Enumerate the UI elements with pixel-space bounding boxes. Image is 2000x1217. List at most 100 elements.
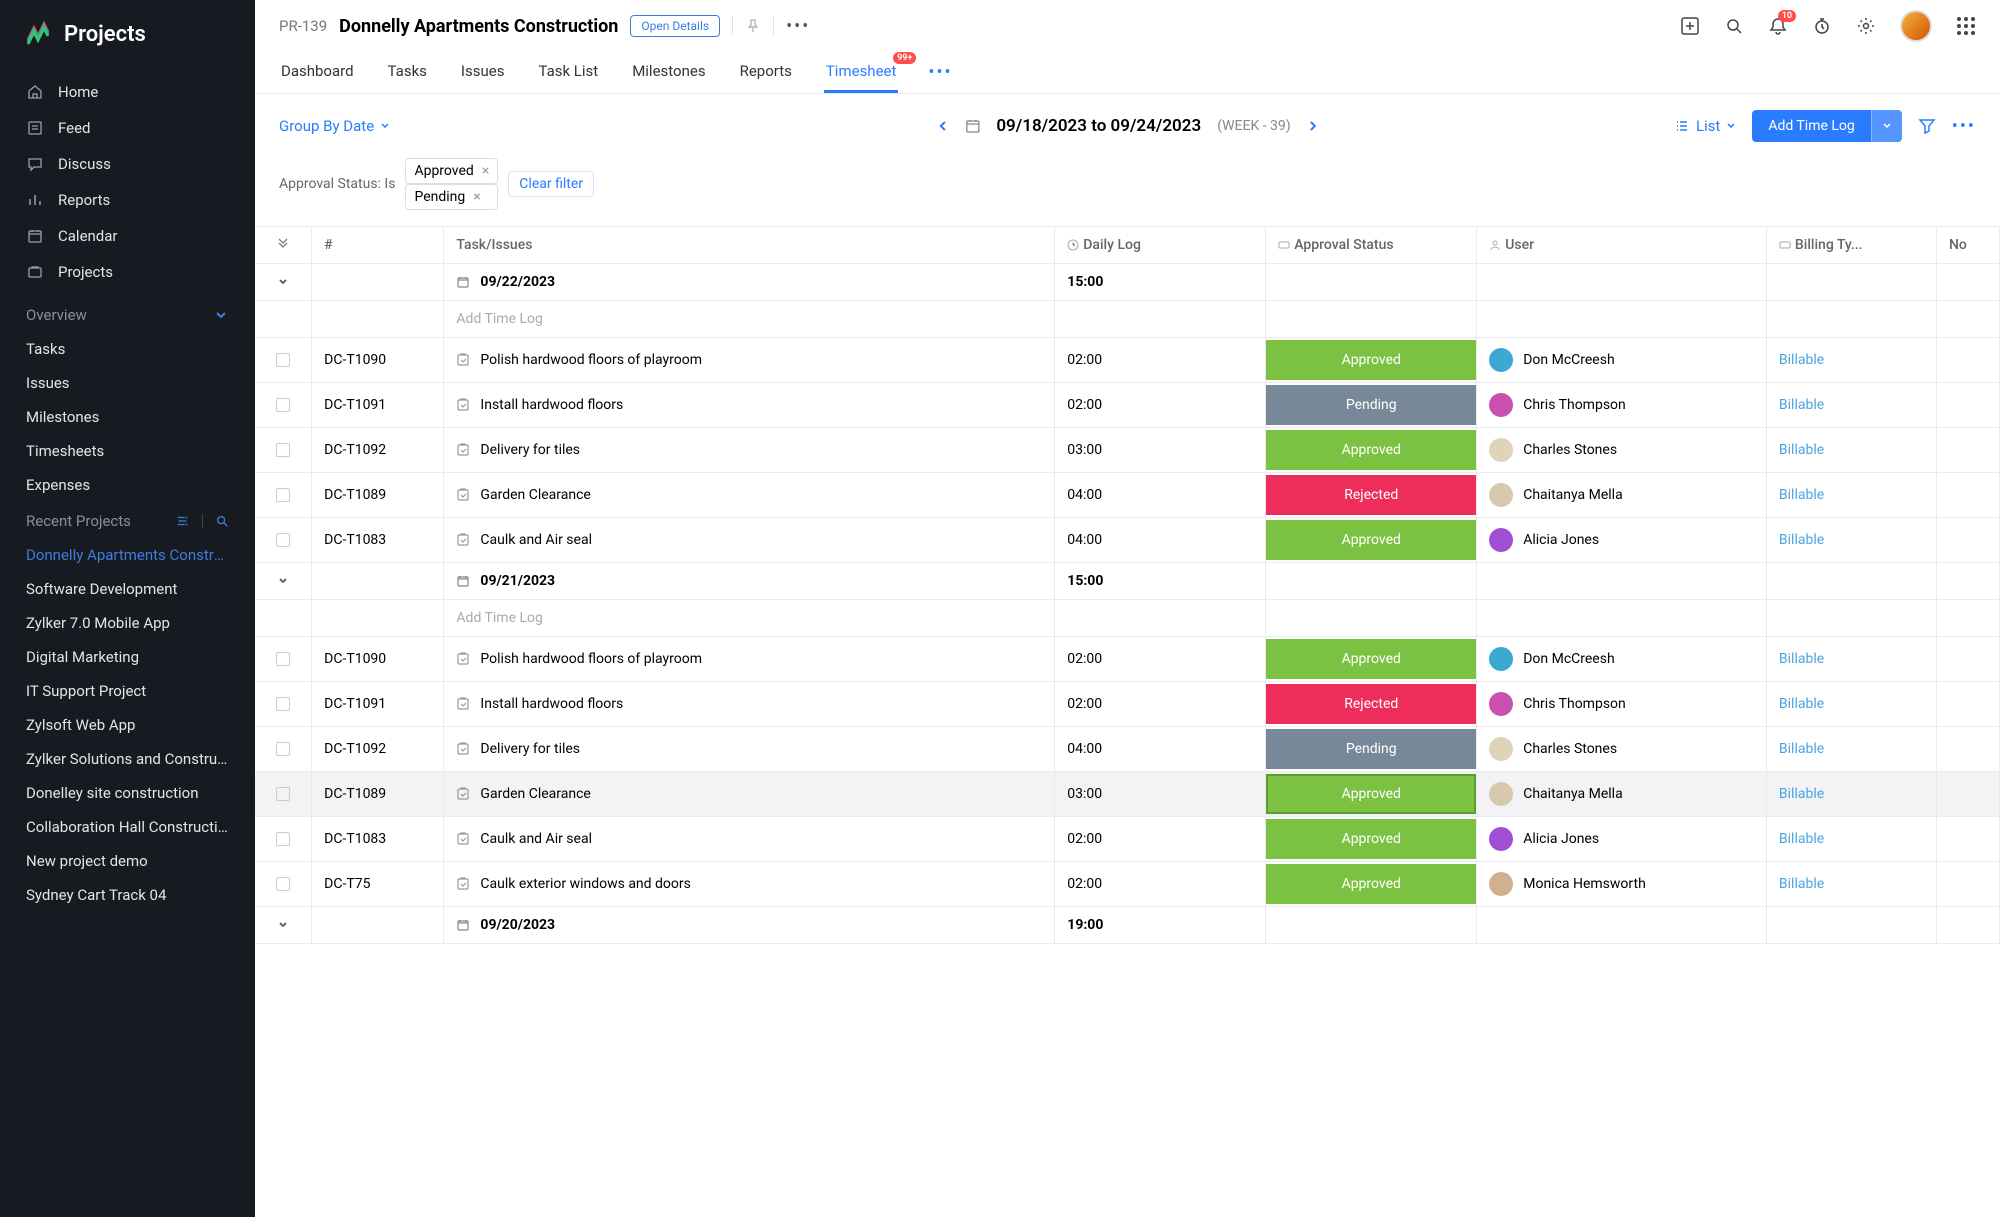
more-icon[interactable]: ••• [786,16,810,37]
row-checkbox[interactable] [276,533,290,547]
recent-project-item[interactable]: New project demo [0,844,255,878]
filter-icon[interactable] [1918,117,1936,135]
column-status[interactable]: Approval Status [1266,227,1477,264]
tabs-more-icon[interactable]: ••• [928,62,952,83]
tab-milestones[interactable]: Milestones [630,52,707,93]
status-badge[interactable]: Approved [1266,520,1476,560]
tab-timesheet[interactable]: Timesheet99+ [824,52,899,93]
billing-type[interactable]: Billable [1779,651,1824,667]
timer-icon[interactable] [1812,16,1832,36]
row-checkbox[interactable] [276,742,290,756]
search-icon[interactable] [1724,16,1744,36]
recent-project-item[interactable]: Collaboration Hall Construction [0,810,255,844]
status-badge[interactable]: Approved [1266,864,1476,904]
status-badge[interactable]: Approved [1266,819,1476,859]
billing-type[interactable]: Billable [1779,442,1824,458]
prev-week-button[interactable] [936,120,948,132]
add-icon[interactable] [1680,16,1700,36]
table-row[interactable]: DC-T1083 Caulk and Air seal 02:00 Approv… [255,817,2000,862]
open-details-button[interactable]: Open Details [630,15,720,37]
billing-type[interactable]: Billable [1779,786,1824,802]
recent-project-item[interactable]: Digital Marketing [0,640,255,674]
tab-tasks[interactable]: Tasks [386,52,429,93]
nav-item-projects[interactable]: Projects [0,254,255,290]
billing-type[interactable]: Billable [1779,352,1824,368]
overview-item[interactable]: Timesheets [0,434,255,468]
add-time-log-main[interactable]: Add Time Log [1752,110,1870,142]
row-checkbox[interactable] [276,398,290,412]
remove-chip-icon[interactable]: × [473,189,480,205]
tab-reports[interactable]: Reports [738,52,794,93]
toolbar-more-icon[interactable]: ••• [1952,116,1976,137]
tab-task-list[interactable]: Task List [536,52,600,93]
recent-project-item[interactable]: Sydney Cart Track 04 [0,878,255,912]
add-time-log-row[interactable]: Add Time Log [255,600,2000,637]
row-checkbox[interactable] [276,787,290,801]
overview-header[interactable]: Overview [0,296,255,332]
next-week-button[interactable] [1307,120,1319,132]
status-badge[interactable]: Pending [1266,385,1476,425]
recent-project-item[interactable]: Zylker 7.0 Mobile App [0,606,255,640]
overview-item[interactable]: Milestones [0,400,255,434]
column-user[interactable]: User [1477,227,1767,264]
recent-project-item[interactable]: Software Development [0,572,255,606]
tab-issues[interactable]: Issues [459,52,507,93]
table-row[interactable]: DC-T1091 Install hardwood floors 02:00 P… [255,383,2000,428]
status-badge[interactable]: Approved [1266,430,1476,470]
apps-icon[interactable] [1956,16,1976,36]
search-icon[interactable] [215,514,229,528]
pin-icon[interactable] [745,18,761,34]
table-row[interactable]: DC-T1089 Garden Clearance 04:00 Rejected… [255,473,2000,518]
table-row[interactable]: DC-T1091 Install hardwood floors 02:00 R… [255,682,2000,727]
billing-type[interactable]: Billable [1779,876,1824,892]
table-row[interactable]: DC-T1092 Delivery for tiles 04:00 Pendin… [255,727,2000,772]
add-time-log-dropdown[interactable] [1871,110,1902,142]
billing-type[interactable]: Billable [1779,397,1824,413]
row-checkbox[interactable] [276,443,290,457]
nav-item-reports[interactable]: Reports [0,182,255,218]
status-badge[interactable]: Rejected [1266,684,1476,724]
nav-item-calendar[interactable]: Calendar [0,218,255,254]
row-checkbox[interactable] [276,832,290,846]
billing-type[interactable]: Billable [1779,696,1824,712]
column-expand[interactable] [255,227,312,264]
avatar[interactable] [1900,10,1932,42]
column-billing[interactable]: Billing Ty... [1766,227,1936,264]
logo[interactable]: Projects [0,0,255,68]
table-row[interactable]: DC-T1090 Polish hardwood floors of playr… [255,338,2000,383]
table-row[interactable]: DC-T1083 Caulk and Air seal 04:00 Approv… [255,518,2000,563]
table-row[interactable]: DC-T1089 Garden Clearance 03:00 Approved… [255,772,2000,817]
group-by-dropdown[interactable]: Group By Date [279,117,390,135]
overview-item[interactable]: Expenses [0,468,255,502]
status-badge[interactable]: Pending [1266,729,1476,769]
settings-icon[interactable] [176,514,190,528]
nav-item-discuss[interactable]: Discuss [0,146,255,182]
expand-group-icon[interactable] [267,918,299,932]
row-checkbox[interactable] [276,652,290,666]
overview-item[interactable]: Tasks [0,332,255,366]
overview-item[interactable]: Issues [0,366,255,400]
row-checkbox[interactable] [276,353,290,367]
status-badge[interactable]: Approved [1266,340,1476,380]
notifications-icon[interactable]: 10 [1768,16,1788,36]
column-extra[interactable]: No [1936,227,1999,264]
tab-dashboard[interactable]: Dashboard [279,52,356,93]
recent-project-item[interactable]: Donelley site construction [0,776,255,810]
view-toggle[interactable]: List [1674,117,1736,135]
billing-type[interactable]: Billable [1779,487,1824,503]
row-checkbox[interactable] [276,488,290,502]
row-checkbox[interactable] [276,877,290,891]
remove-chip-icon[interactable]: × [482,163,489,179]
nav-item-home[interactable]: Home [0,74,255,110]
billing-type[interactable]: Billable [1779,741,1824,757]
calendar-icon[interactable] [964,118,980,134]
status-badge[interactable]: Rejected [1266,475,1476,515]
recent-project-item[interactable]: Donnelly Apartments Construction [0,538,255,572]
billing-type[interactable]: Billable [1779,831,1824,847]
row-checkbox[interactable] [276,697,290,711]
table-row[interactable]: DC-T1090 Polish hardwood floors of playr… [255,637,2000,682]
clear-filter-button[interactable]: Clear filter [508,171,594,197]
add-time-log-row[interactable]: Add Time Log [255,301,2000,338]
status-badge[interactable]: Approved [1266,639,1476,679]
recent-project-item[interactable]: Zylker Solutions and Constructions [0,742,255,776]
